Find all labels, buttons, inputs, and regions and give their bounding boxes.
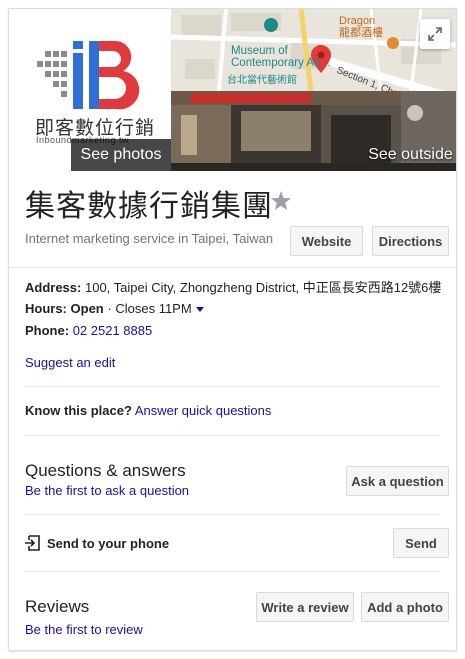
add-photo-button[interactable]: Add a photo: [361, 592, 449, 622]
qa-title: Questions & answers: [25, 461, 186, 480]
map-thumbnail[interactable]: Museum of Contemporary Art... 台北當代藝術館 Dr…: [171, 9, 456, 91]
know-place-row: Know this place? Answer quick questions: [25, 403, 271, 418]
hero-images: 即客數位行銷 Inboundmarketing.tw See photos: [9, 9, 456, 171]
see-photos-button[interactable]: See photos: [71, 139, 171, 171]
map-label-museum: Museum of Contemporary Art...: [231, 45, 331, 69]
qa-first-ask-link[interactable]: Be the first to ask a question: [25, 483, 189, 498]
expand-icon: [428, 27, 442, 41]
know-place-question: Know this place?: [25, 403, 132, 418]
company-logo: [37, 40, 140, 110]
phone-label: Phone:: [25, 323, 70, 338]
street-view-photo[interactable]: See outside: [171, 91, 456, 171]
map-label-museum-cn: 台北當代藝術館: [227, 75, 297, 86]
chevron-down-icon[interactable]: [195, 307, 204, 313]
website-button[interactable]: Website: [290, 226, 363, 256]
business-name: 集客數據行銷集團: [25, 189, 273, 224]
divider: [25, 571, 440, 572]
divider: [9, 267, 456, 268]
knowledge-panel: 即客數位行銷 Inboundmarketing.tw See photos: [8, 8, 457, 651]
phone-link[interactable]: 02 2521 8885: [73, 323, 153, 338]
answer-questions-link[interactable]: Answer quick questions: [135, 403, 272, 418]
hours-separator: ·: [107, 301, 112, 316]
address-row: Address: 100, Taipei City, Zhongzheng Di…: [25, 277, 441, 296]
expand-map-button[interactable]: [420, 19, 450, 49]
hours-closes[interactable]: Closes 11PM: [115, 301, 191, 316]
directions-button[interactable]: Directions: [372, 226, 449, 256]
see-outside-button[interactable]: See outside: [363, 139, 456, 171]
write-review-button[interactable]: Write a review: [256, 592, 354, 622]
star-icon[interactable]: [271, 191, 291, 210]
business-category: Internet marketing service in Taipei, Ta…: [25, 231, 274, 246]
hours-row: Hours: Open · Closes 11PM: [25, 301, 204, 316]
hours-label: Hours:: [25, 301, 67, 316]
ask-question-button[interactable]: Ask a question: [346, 466, 449, 496]
phone-row: Phone: 02 2521 8885: [25, 323, 152, 338]
address-label: Address:: [25, 280, 82, 295]
hours-status: Open: [70, 301, 104, 316]
divider: [25, 386, 440, 387]
divider: [25, 435, 440, 436]
send-to-phone-label: Send to your phone: [47, 535, 170, 551]
send-to-phone-icon: [25, 535, 40, 551]
send-to-phone-row[interactable]: Send to your phone: [25, 535, 169, 551]
suggest-edit-link[interactable]: Suggest an edit: [25, 355, 115, 370]
divider: [25, 514, 440, 515]
logo-photo[interactable]: 即客數位行銷 Inboundmarketing.tw See photos: [9, 9, 171, 171]
address-value: 100, Taipei City, Zhongzheng District, 中…: [84, 280, 442, 295]
reviews-title: Reviews: [25, 597, 90, 616]
map-label-dragon: Dragon 龍都酒樓: [339, 15, 383, 39]
send-button[interactable]: Send: [393, 528, 449, 558]
first-review-link[interactable]: Be the first to review: [25, 622, 143, 637]
